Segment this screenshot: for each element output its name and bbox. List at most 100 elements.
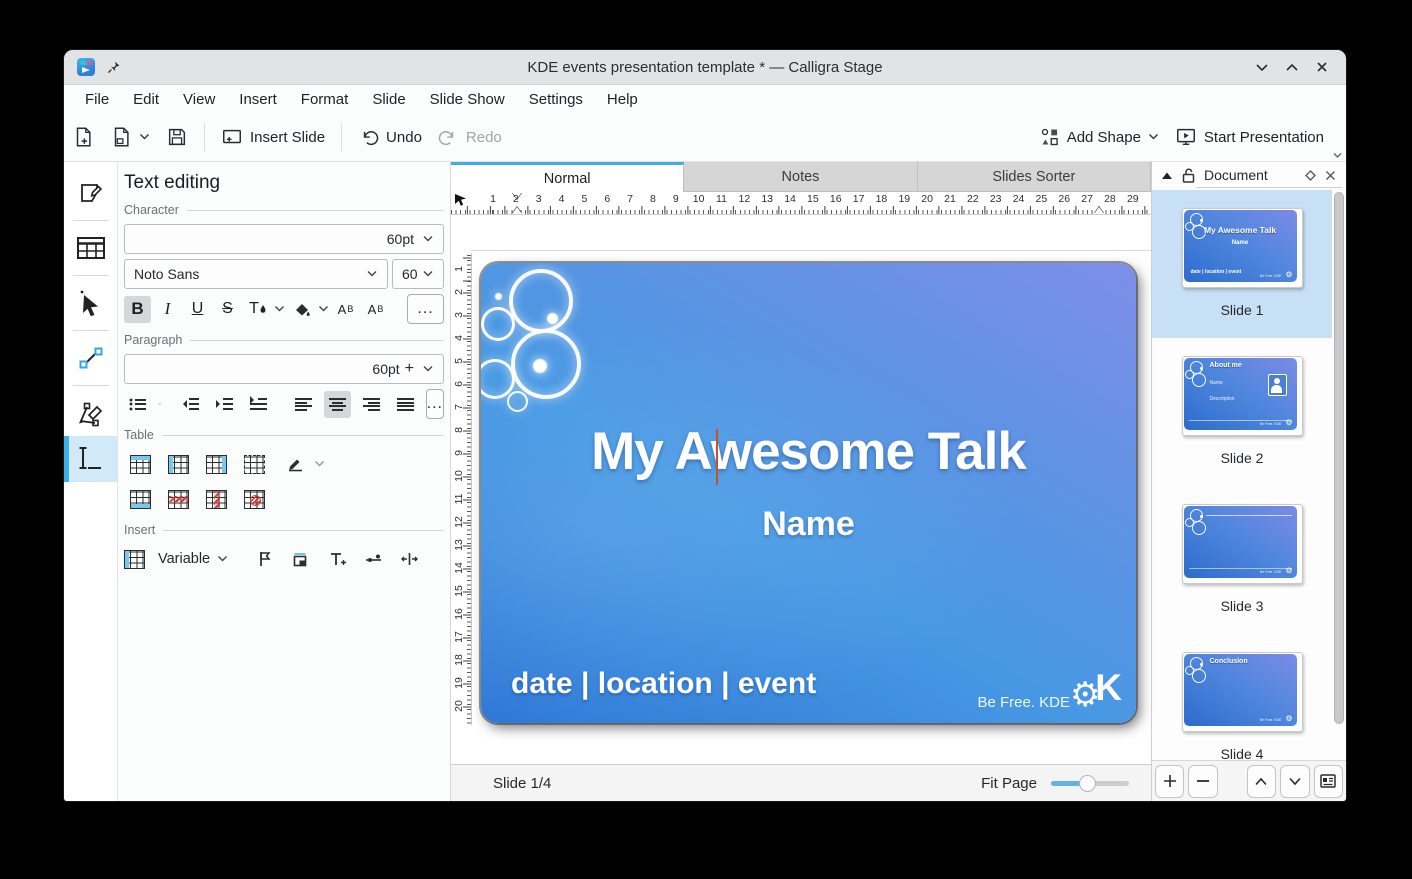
line-spacing-combobox[interactable]: 60pt+	[124, 354, 444, 384]
scrollbar-thumb[interactable]	[1334, 192, 1344, 724]
close-panel-icon[interactable]	[1325, 170, 1336, 181]
undo-button[interactable]: Undo	[350, 120, 430, 154]
slide-thumbnail-slide-1[interactable]: ⚙Be Free. KDEMy Awesome TalkNamedate | l…	[1152, 190, 1332, 338]
view-details-button[interactable]	[1314, 765, 1343, 798]
save-button[interactable]	[158, 120, 196, 154]
tab-normal[interactable]: Normal	[451, 162, 684, 192]
paragraph-more-button[interactable]: ...	[426, 389, 444, 419]
insert-slide-button[interactable]: Insert Slide	[213, 120, 333, 154]
slide-thumbnail-slide-2[interactable]: ⚙Be Free. KDEAbout meNameDescriptionSlid…	[1152, 338, 1332, 486]
menu-insert[interactable]: Insert	[227, 91, 289, 108]
edit-shapes-tool[interactable]	[64, 170, 117, 216]
panel-scrollbar[interactable]	[1333, 190, 1345, 756]
align-center-button[interactable]	[324, 391, 351, 418]
default-selection-tool[interactable]	[64, 280, 117, 326]
add-shape-button[interactable]: Add Shape	[1032, 120, 1167, 154]
list-style-chevron-icon[interactable]	[158, 400, 161, 408]
new-document-button[interactable]	[64, 120, 102, 154]
insert-row-above-button[interactable]	[130, 455, 151, 474]
font-family-combobox[interactable]: Noto Sans	[124, 259, 388, 289]
split-sections-button[interactable]	[396, 546, 423, 573]
zoom-mode-label[interactable]: Fit Page	[981, 775, 1037, 792]
menu-slide-show[interactable]: Slide Show	[418, 91, 517, 108]
underline-button[interactable]: U	[184, 296, 211, 323]
move-slide-down-button[interactable]	[1280, 765, 1309, 798]
insert-row-below-button[interactable]	[130, 490, 151, 509]
border-pen-chevron-icon[interactable]	[314, 460, 325, 468]
border-pen-button[interactable]	[282, 451, 309, 478]
collapse-arrow-icon[interactable]	[1161, 171, 1173, 180]
tab-notes[interactable]: Notes	[684, 162, 917, 192]
minimize-button[interactable]	[1254, 59, 1270, 75]
character-more-button[interactable]: ...	[407, 294, 444, 324]
strikethrough-button[interactable]: S	[214, 296, 241, 323]
menu-format[interactable]: Format	[289, 91, 361, 108]
paragraph-style-combobox[interactable]: 60pt	[124, 224, 444, 254]
tab-slides-sorter[interactable]: Slides Sorter	[918, 162, 1151, 192]
slide-brand-text: Be Free. KDE	[977, 694, 1070, 711]
path-editing-tool[interactable]	[64, 390, 117, 436]
delete-cell-button[interactable]	[244, 490, 265, 509]
increase-indent-button[interactable]	[211, 391, 238, 418]
italic-button[interactable]: I	[154, 296, 181, 323]
menu-edit[interactable]: Edit	[121, 91, 171, 108]
highlight-chevron-icon[interactable]	[318, 305, 329, 313]
redo-button[interactable]: Redo	[430, 120, 510, 154]
font-color-chevron-icon[interactable]	[274, 305, 285, 313]
subscript-button[interactable]: AB	[362, 296, 389, 323]
slide-canvas[interactable]: 1234567891011121314151617181920 My Aweso…	[451, 215, 1151, 764]
delete-row-button[interactable]	[168, 490, 189, 509]
text-tool[interactable]	[64, 436, 117, 482]
bold-button[interactable]: B	[124, 296, 151, 323]
slide-thumbnail-slide-4[interactable]: ⚙Be Free. KDEConclusionSlide 4	[1152, 634, 1332, 760]
align-justify-button[interactable]	[392, 391, 419, 418]
move-slide-up-button[interactable]	[1247, 765, 1276, 798]
delete-column-button[interactable]	[206, 490, 227, 509]
close-button[interactable]	[1314, 59, 1330, 75]
indent-marker-right[interactable]	[1094, 207, 1104, 214]
start-presentation-button[interactable]: Start Presentation	[1167, 120, 1332, 154]
maximize-button[interactable]	[1284, 59, 1300, 75]
menu-file[interactable]: File	[73, 91, 121, 108]
slide-thumbnail-slide-3[interactable]: ⚙Be Free. KDESlide 3	[1152, 486, 1332, 634]
insert-column-left-button[interactable]	[168, 455, 189, 474]
menu-settings[interactable]: Settings	[517, 91, 595, 108]
float-panel-icon[interactable]	[1305, 170, 1316, 181]
zoom-slider-handle[interactable]	[1079, 775, 1096, 792]
zoom-slider[interactable]	[1051, 775, 1129, 791]
list-style-button[interactable]	[124, 391, 151, 418]
menu-view[interactable]: View	[171, 91, 227, 108]
insert-table-button[interactable]	[124, 550, 145, 569]
font-size-combobox[interactable]: 60	[392, 259, 444, 289]
decrease-indent-button[interactable]	[177, 391, 204, 418]
indent-marker-left[interactable]	[512, 207, 522, 214]
variable-dropdown[interactable]: Variable	[158, 551, 228, 567]
page-layout-tool[interactable]	[64, 225, 117, 271]
insert-line-button[interactable]	[360, 546, 387, 573]
slide-title-text[interactable]: My Awesome Talk	[481, 421, 1136, 482]
add-slide-button[interactable]	[1155, 765, 1184, 798]
align-left-button[interactable]	[290, 391, 317, 418]
first-line-indent-button[interactable]	[245, 391, 272, 418]
insert-column-right-button[interactable]	[206, 455, 227, 474]
insert-textbox-button[interactable]	[324, 546, 351, 573]
delete-slide-button[interactable]	[1188, 765, 1217, 798]
superscript-button[interactable]: AB	[332, 296, 359, 323]
open-document-button[interactable]	[102, 120, 158, 154]
highlight-color-button[interactable]	[288, 296, 315, 323]
menu-slide[interactable]: Slide	[360, 91, 417, 108]
menu-help[interactable]: Help	[595, 91, 650, 108]
insert-image-button[interactable]	[288, 546, 315, 573]
slide-footer-text[interactable]: date | location | event	[511, 667, 816, 701]
toolbar-overflow-chevron-icon[interactable]	[1333, 152, 1342, 159]
lock-icon[interactable]	[1182, 168, 1195, 183]
font-color-button[interactable]: T	[244, 296, 271, 323]
bookmark-flag-button[interactable]	[252, 546, 279, 573]
merge-cells-button[interactable]	[244, 455, 265, 474]
slide-editor[interactable]: My Awesome Talk Name date | location | e…	[481, 263, 1136, 723]
slide-subtitle-text[interactable]: Name	[481, 505, 1136, 544]
vertical-ruler[interactable]: 1234567891011121314151617181920	[451, 253, 472, 725]
connection-tool[interactable]	[64, 335, 117, 381]
horizontal-ruler[interactable]: 1234567891011121314151617181920212223242…	[451, 192, 1151, 215]
align-right-button[interactable]	[358, 391, 385, 418]
